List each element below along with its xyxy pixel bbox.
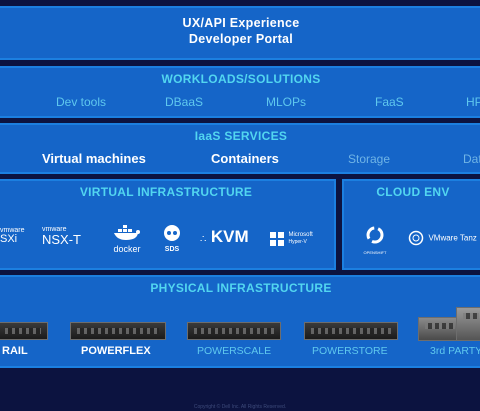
powerstore-server-image — [304, 322, 398, 340]
kvm-label: KVM — [210, 227, 249, 246]
docker-logo: docker — [110, 223, 144, 254]
microsoft-hyperv-logo: Microsoft Hyper-V — [270, 230, 313, 248]
cloud-env-band: CLOUD ENV OPENSHIFT VMware Tanz — [342, 179, 480, 270]
docker-label: docker — [113, 244, 141, 254]
nsx-product-label: NSX-T — [42, 232, 81, 247]
hyperv-product-label: Hyper-V — [288, 238, 307, 245]
third-party-rack-image — [456, 307, 480, 341]
workloads-title: WORKLOADS/SOLUTIONS — [161, 72, 321, 86]
vmware-esxi-logo: vmware SXi — [0, 227, 25, 245]
workload-dbaas: DBaaS — [165, 95, 204, 109]
vmware-tanzu-logo: VMware Tanz — [408, 229, 477, 247]
sds-logo: SDS — [161, 225, 183, 253]
openshift-label: OPENSHIFT — [363, 250, 387, 255]
powerstore-label: POWERSTORE — [312, 345, 388, 357]
tanzu-label: VMware Tanz — [428, 233, 477, 243]
cloud-env-title: CLOUD ENV — [376, 185, 450, 199]
portal-title-line2: Developer Portal — [188, 32, 294, 46]
sds-label: SDS — [164, 246, 180, 253]
sds-cloud-icon — [164, 225, 180, 241]
docker-whale-icon — [114, 225, 140, 240]
windows-icon — [270, 231, 284, 246]
iaas-title: IaaS SERVICES — [194, 129, 288, 143]
kvm-logo: ∴ KVM — [200, 227, 249, 247]
portal-title-line1: UX/API Experience — [182, 16, 300, 30]
powerscale-label: POWERSCALE — [197, 345, 272, 357]
workload-dev-tools: Dev tools — [56, 95, 107, 109]
tanzu-ring-icon — [408, 230, 424, 246]
kvm-dots-icon: ∴ — [200, 234, 207, 245]
powerflex-server-image — [70, 322, 166, 340]
iaas-virtual-machines: Virtual machines — [42, 151, 146, 166]
vmware-nsx-t-logo: vmware NSX-T — [42, 226, 81, 247]
workload-faas: FaaS — [375, 95, 404, 109]
physical-infrastructure-band: PHYSICAL INFRASTRUCTURE RAIL POWERFLEX P… — [0, 275, 480, 368]
rail-server-image — [0, 322, 48, 340]
copyright-footer: Copyright © Dell Inc. All Rights Reserve… — [193, 404, 287, 410]
workload-hp: HP — [466, 95, 480, 109]
hyperv-vendor-label: Microsoft — [288, 231, 313, 238]
rail-label: RAIL — [2, 345, 28, 357]
workload-mlops: MLOPs — [266, 95, 307, 109]
developer-portal-band: UX/API Experience Developer Portal — [0, 6, 480, 60]
workloads-band: WORKLOADS/SOLUTIONS Dev tools DBaaS MLOP… — [0, 66, 480, 118]
iaas-data: Dat — [463, 152, 480, 166]
physical-infrastructure-title: PHYSICAL INFRASTRUCTURE — [150, 281, 332, 295]
openshift-logo: OPENSHIFT — [362, 225, 388, 255]
third-party-label: 3rd PARTY — [430, 345, 480, 357]
virtual-infrastructure-title: VIRTUAL INFRASTRUCTURE — [79, 185, 253, 199]
esxi-product-label: SXi — [0, 233, 18, 245]
iaas-storage: Storage — [348, 152, 391, 166]
iaas-band: IaaS SERVICES Virtual machines Container… — [0, 123, 480, 174]
virtual-infrastructure-band: VIRTUAL INFRASTRUCTURE vmware SXi vmware… — [0, 179, 336, 270]
iaas-containers: Containers — [211, 151, 279, 166]
powerflex-label: POWERFLEX — [81, 345, 151, 357]
openshift-ring-icon — [366, 226, 384, 244]
powerscale-server-image — [187, 322, 281, 340]
